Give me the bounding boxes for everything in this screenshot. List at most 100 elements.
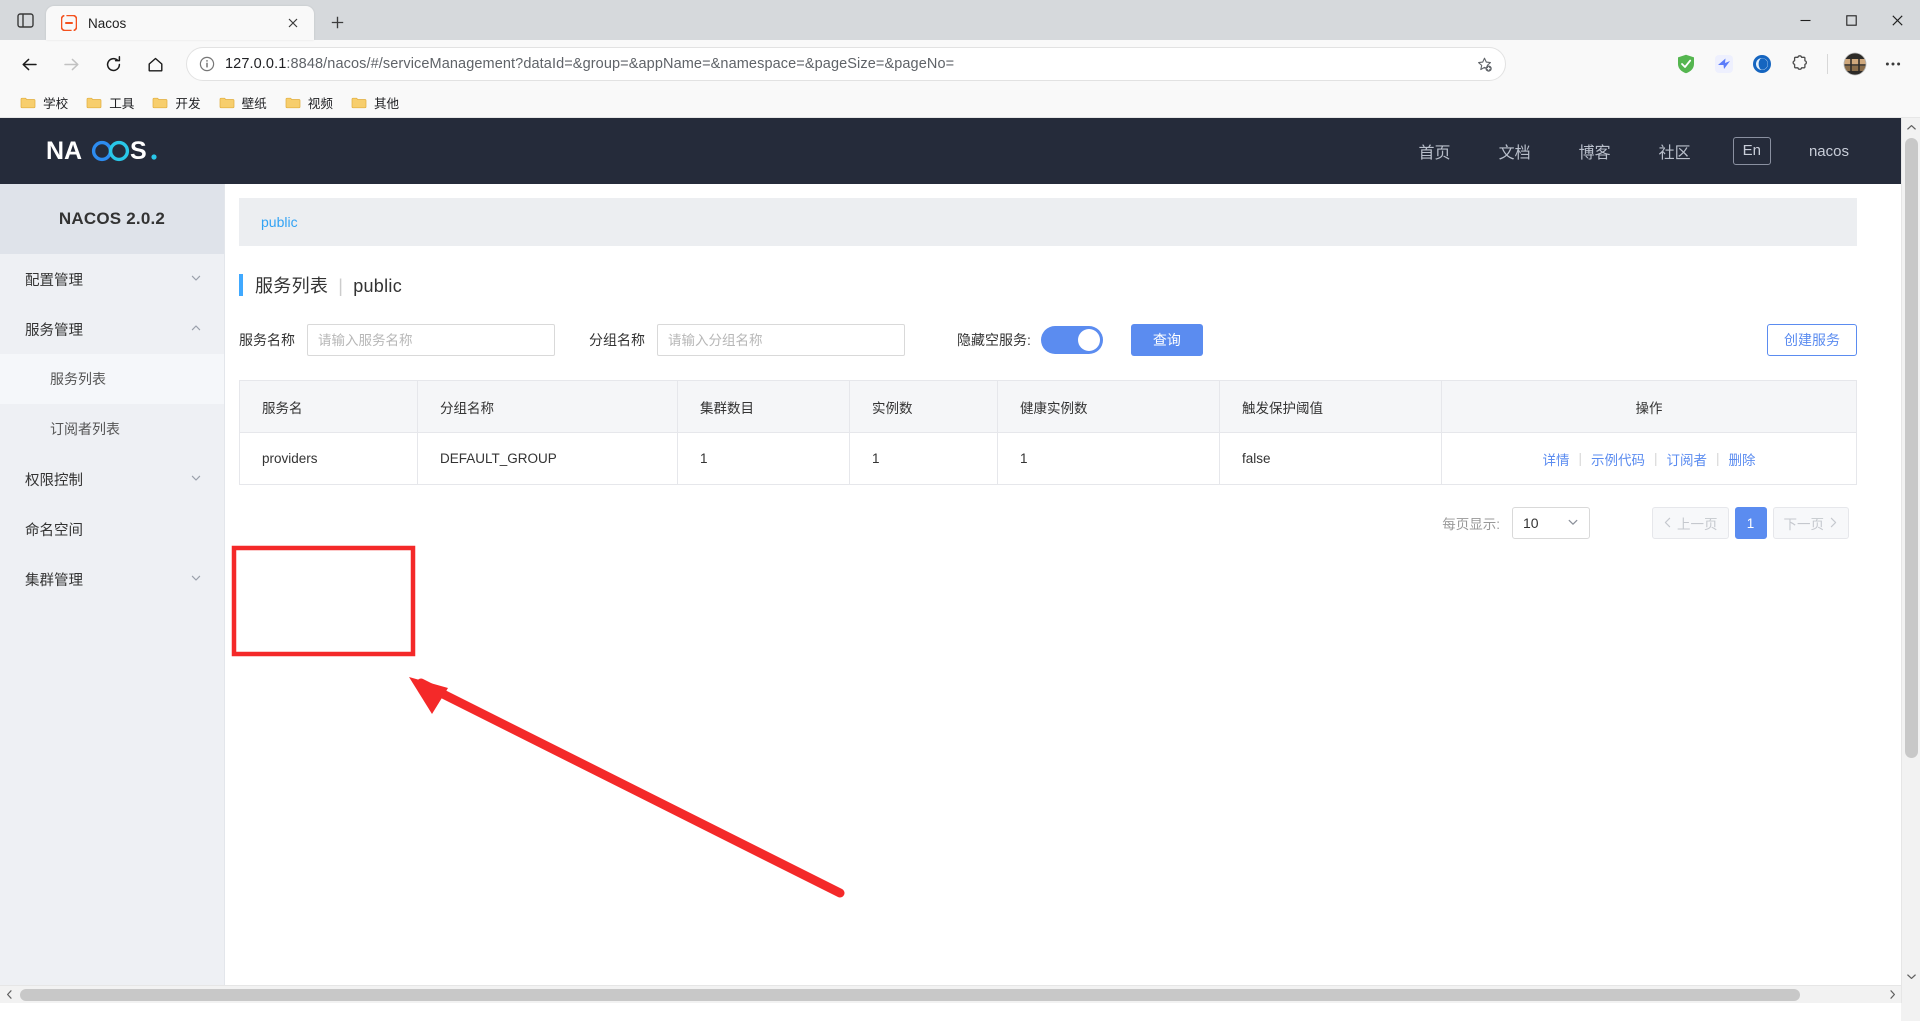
page-size-select[interactable]: 10 bbox=[1512, 507, 1590, 539]
sidebar-item-subscriber-list[interactable]: 订阅者列表 bbox=[0, 404, 224, 454]
address-bar[interactable]: 127.0.0.1:8848/nacos/#/serviceManagement… bbox=[186, 47, 1506, 81]
sidebar-item-permission-control[interactable]: 权限控制 bbox=[0, 454, 224, 504]
filter-toolbar: 服务名称 分组名称 隐藏空服务: 查询 bbox=[239, 298, 1857, 356]
service-name-label: 服务名称 bbox=[239, 332, 295, 348]
cell-cluster-count: 1 bbox=[677, 432, 850, 485]
next-page-button[interactable]: 下一页 bbox=[1772, 507, 1849, 539]
extension-bird-icon[interactable] bbox=[1707, 47, 1741, 81]
browser-sidebar-toggle-icon[interactable] bbox=[4, 0, 46, 40]
sidebar-item-namespace[interactable]: 命名空间 bbox=[0, 504, 224, 554]
page-number-1-button[interactable]: 1 bbox=[1734, 507, 1767, 539]
column-header-actions[interactable]: 操作 bbox=[1441, 380, 1857, 433]
nacos-logo[interactable]: NA S bbox=[46, 136, 172, 166]
nav-link-blog[interactable]: 博客 bbox=[1555, 139, 1635, 163]
extensions-puzzle-icon[interactable] bbox=[1783, 47, 1817, 81]
column-header-group-name[interactable]: 分组名称 bbox=[417, 380, 678, 433]
language-switch-button[interactable]: En bbox=[1732, 136, 1771, 166]
column-header-instance-count[interactable]: 实例数 bbox=[849, 380, 998, 433]
bookmark-folder[interactable]: 壁纸 bbox=[211, 90, 275, 115]
profile-avatar-icon[interactable] bbox=[1838, 47, 1872, 81]
namespace-public-tab[interactable]: public bbox=[261, 214, 298, 230]
column-header-service-name[interactable]: 服务名 bbox=[239, 380, 418, 433]
tab-close-icon[interactable] bbox=[282, 12, 304, 34]
cell-healthy-instance-count: 1 bbox=[997, 432, 1220, 485]
reload-button-icon[interactable] bbox=[94, 45, 132, 83]
column-header-cluster-count[interactable]: 集群数目 bbox=[677, 380, 850, 433]
cell-group-name: DEFAULT_GROUP bbox=[417, 432, 678, 485]
browser-circle-icon[interactable] bbox=[1745, 47, 1779, 81]
nav-link-home[interactable]: 首页 bbox=[1395, 139, 1475, 163]
bookmark-folder[interactable]: 工具 bbox=[78, 90, 142, 115]
page-title-row: 服务列表 | public bbox=[239, 246, 1857, 298]
column-header-healthy-instance-count[interactable]: 健康实例数 bbox=[997, 380, 1220, 433]
action-separator: | bbox=[1653, 451, 1658, 466]
bookmark-folder[interactable]: 视频 bbox=[277, 90, 341, 115]
nacos-favicon-icon bbox=[60, 14, 78, 32]
sidebar-item-label: 服务管理 bbox=[25, 322, 83, 339]
group-name-label: 分组名称 bbox=[589, 332, 645, 348]
address-bar-url: 127.0.0.1:8848/nacos/#/serviceManagement… bbox=[225, 56, 1471, 72]
action-subscribers-link[interactable]: 订阅者 bbox=[1667, 449, 1708, 469]
scroll-down-icon[interactable] bbox=[1902, 967, 1920, 985]
folder-icon bbox=[219, 95, 235, 111]
page-title-namespace: public bbox=[353, 276, 403, 296]
bookmark-folder[interactable]: 学校 bbox=[12, 90, 76, 115]
home-button-icon[interactable] bbox=[136, 45, 174, 83]
sidebar-item-service-list[interactable]: 服务列表 bbox=[0, 354, 224, 404]
cell-protect-threshold: false bbox=[1219, 432, 1442, 485]
nav-link-docs[interactable]: 文档 bbox=[1475, 139, 1555, 163]
hide-empty-service-toggle[interactable] bbox=[1040, 326, 1103, 354]
action-sample-code-link[interactable]: 示例代码 bbox=[1591, 449, 1645, 469]
table-row[interactable]: providers DEFAULT_GROUP 1 1 1 false 详情 |… bbox=[239, 432, 1857, 485]
user-menu[interactable]: nacos bbox=[1787, 143, 1855, 160]
horizontal-scroll-thumb[interactable] bbox=[20, 989, 1800, 1001]
site-info-icon[interactable] bbox=[199, 56, 215, 72]
nav-link-community[interactable]: 社区 bbox=[1635, 139, 1715, 163]
bookmark-star-icon[interactable] bbox=[1471, 51, 1497, 77]
sidebar-item-config-management[interactable]: 配置管理 bbox=[0, 254, 224, 304]
service-name-input[interactable] bbox=[307, 324, 555, 356]
page-title: 服务列表 | public bbox=[255, 272, 402, 298]
scroll-right-icon[interactable] bbox=[1883, 986, 1901, 1004]
app-body: NACOS 2.0.2 配置管理 服务管理 服务列表 订阅者列表 权限控制 命名… bbox=[0, 184, 1901, 1003]
url-host: 127.0.0.1 bbox=[225, 56, 287, 72]
scroll-up-icon[interactable] bbox=[1902, 118, 1920, 136]
window-close-button[interactable] bbox=[1874, 0, 1920, 40]
bookmark-folder[interactable]: 其他 bbox=[343, 90, 407, 115]
window-minimize-button[interactable] bbox=[1782, 0, 1828, 40]
prev-page-button[interactable]: 上一页 bbox=[1652, 507, 1729, 539]
pagination-buttons: 上一页 1 下一页 bbox=[1652, 507, 1855, 539]
adguard-shield-icon[interactable] bbox=[1669, 47, 1703, 81]
browser-tab[interactable]: Nacos bbox=[46, 6, 314, 40]
query-button[interactable]: 查询 bbox=[1130, 324, 1203, 356]
new-tab-button[interactable] bbox=[320, 5, 354, 39]
scroll-left-icon[interactable] bbox=[0, 986, 18, 1004]
sidebar-item-service-management[interactable]: 服务管理 bbox=[0, 304, 224, 354]
page-size-label: 每页显示: bbox=[1442, 517, 1500, 532]
table-header-row: 服务名 分组名称 集群数目 实例数 健康实例数 触发保护阈值 操作 bbox=[239, 380, 1857, 433]
folder-icon bbox=[152, 95, 168, 111]
back-button-icon[interactable] bbox=[10, 45, 48, 83]
forward-button-icon[interactable] bbox=[52, 45, 90, 83]
action-detail-link[interactable]: 详情 bbox=[1542, 449, 1569, 469]
svg-text:NA: NA bbox=[46, 137, 82, 165]
group-name-input[interactable] bbox=[657, 324, 905, 356]
bookmark-label: 壁纸 bbox=[241, 97, 267, 111]
action-delete-link[interactable]: 删除 bbox=[1729, 449, 1756, 469]
more-menu-icon[interactable] bbox=[1876, 47, 1910, 81]
window-controls bbox=[1782, 0, 1920, 40]
chevron-down-icon bbox=[190, 272, 202, 287]
vertical-scrollbar[interactable] bbox=[1901, 118, 1920, 1003]
sidebar-item-cluster-management[interactable]: 集群管理 bbox=[0, 554, 224, 604]
bookmark-folder[interactable]: 开发 bbox=[144, 90, 208, 115]
window-maximize-button[interactable] bbox=[1828, 0, 1874, 40]
toolbar-divider bbox=[1827, 54, 1828, 74]
action-separator: | bbox=[1578, 451, 1582, 466]
create-service-button[interactable]: 创建服务 bbox=[1767, 324, 1857, 356]
folder-icon bbox=[285, 95, 301, 111]
nacos-top-nav: 首页 文档 博客 社区 En nacos bbox=[1395, 136, 1901, 166]
column-header-protect-threshold[interactable]: 触发保护阈值 bbox=[1219, 380, 1442, 433]
vertical-scroll-thumb[interactable] bbox=[1905, 138, 1918, 758]
chevron-down-icon bbox=[190, 572, 202, 587]
horizontal-scrollbar[interactable] bbox=[0, 985, 1901, 1003]
